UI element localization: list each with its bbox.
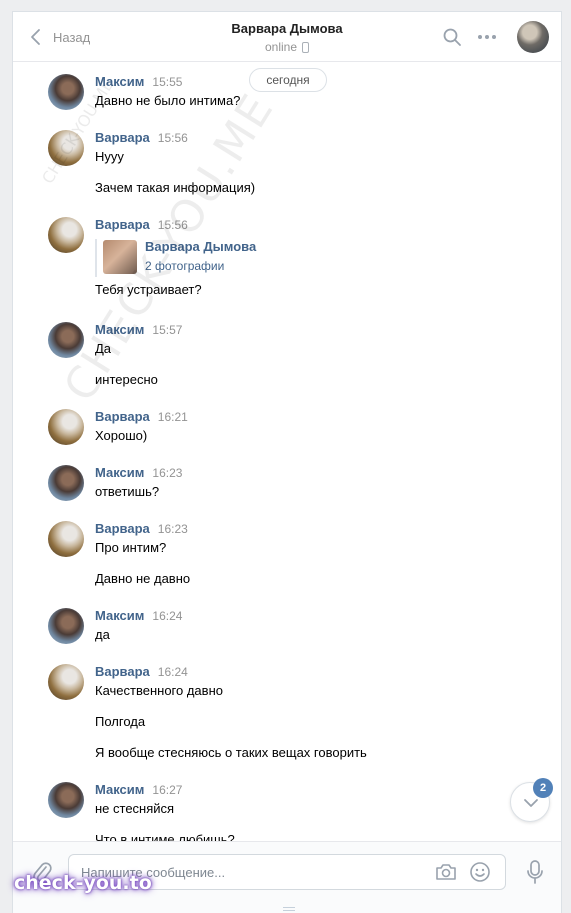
microphone-icon[interactable]: [525, 859, 545, 885]
message-time[interactable]: 16:27: [152, 783, 182, 797]
author-name[interactable]: Варвара: [95, 521, 150, 536]
message-time[interactable]: 16:24: [158, 665, 188, 679]
author-name[interactable]: Варвара: [95, 664, 150, 679]
message-text: Полгода: [95, 714, 146, 729]
camera-icon[interactable]: [435, 862, 457, 882]
message-text: Про интим?: [95, 540, 167, 555]
message-text: Нууу: [95, 149, 124, 164]
avatar[interactable]: [48, 465, 84, 501]
message-text: Да: [95, 341, 112, 356]
chat-window: Назад Варвара Дымова online сегодня Макс…: [12, 11, 562, 913]
message-time[interactable]: 15:55: [152, 75, 182, 89]
message-time[interactable]: 15:56: [158, 218, 188, 232]
message-time[interactable]: 15:57: [152, 323, 182, 337]
message-text: Тебя устраивает?: [95, 282, 202, 297]
author-name[interactable]: Варвара: [95, 217, 150, 232]
message-text: Давно не давно: [95, 571, 191, 586]
message-list[interactable]: сегодня Максим 15:55 Давно не было интима…: [13, 62, 561, 841]
online-status: online: [264, 40, 298, 54]
date-divider: сегодня: [249, 68, 327, 92]
avatar[interactable]: [48, 608, 84, 644]
more-icon[interactable]: [475, 26, 499, 48]
chevron-down-icon: [524, 799, 538, 807]
message-text: ответишь?: [95, 484, 160, 499]
message-time[interactable]: 16:23: [158, 522, 188, 536]
author-name[interactable]: Максим: [95, 608, 144, 623]
message-time[interactable]: 16:21: [158, 410, 188, 424]
author-name[interactable]: Максим: [95, 465, 144, 480]
mobile-icon: [302, 41, 310, 53]
emoji-icon[interactable]: [469, 861, 491, 883]
unread-badge: 2: [533, 778, 553, 798]
author-name[interactable]: Максим: [95, 74, 144, 89]
avatar[interactable]: [48, 409, 84, 445]
author-name[interactable]: Варвара: [95, 130, 150, 145]
message-time[interactable]: 15:56: [158, 131, 188, 145]
avatar[interactable]: [48, 521, 84, 557]
message-text: Качественного давно: [95, 683, 223, 698]
message-text: Я вообще стесняюсь о таких вещах говорит…: [95, 745, 367, 760]
search-icon[interactable]: [441, 26, 463, 48]
avatar[interactable]: [48, 782, 84, 818]
message-time[interactable]: 16:23: [152, 466, 182, 480]
attachment-count[interactable]: 2 фотографии: [145, 258, 224, 274]
avatar[interactable]: [48, 74, 84, 110]
avatar[interactable]: [48, 322, 84, 358]
avatar[interactable]: [48, 217, 84, 253]
message-text: интересно: [95, 372, 158, 387]
peer-status: online: [264, 40, 310, 54]
message-text: Хорошо): [95, 428, 148, 443]
message-time[interactable]: 16:24: [152, 609, 182, 623]
attachment-thumbnail[interactable]: [103, 240, 137, 274]
author-name[interactable]: Максим: [95, 322, 144, 337]
avatar[interactable]: [48, 130, 84, 166]
message-text: не стесняйся: [95, 801, 175, 816]
message-text: Что в интиме любишь?: [95, 832, 235, 841]
message-text: Зачем такая информация): [95, 180, 256, 195]
author-name[interactable]: Максим: [95, 782, 144, 797]
message-text: да: [95, 627, 110, 642]
chat-header: Назад Варвара Дымова online: [13, 12, 561, 62]
attachment-title[interactable]: Варвара Дымова: [145, 239, 256, 255]
peer-avatar[interactable]: [517, 21, 549, 53]
watermark-logo: check-you.to: [14, 872, 152, 894]
message-text: Давно не было интима?: [95, 93, 241, 108]
author-name[interactable]: Варвара: [95, 409, 150, 424]
photo-attachment[interactable]: Варвара Дымова 2 фотографии: [95, 239, 525, 277]
resize-handle[interactable]: [283, 907, 295, 911]
avatar[interactable]: [48, 664, 84, 700]
